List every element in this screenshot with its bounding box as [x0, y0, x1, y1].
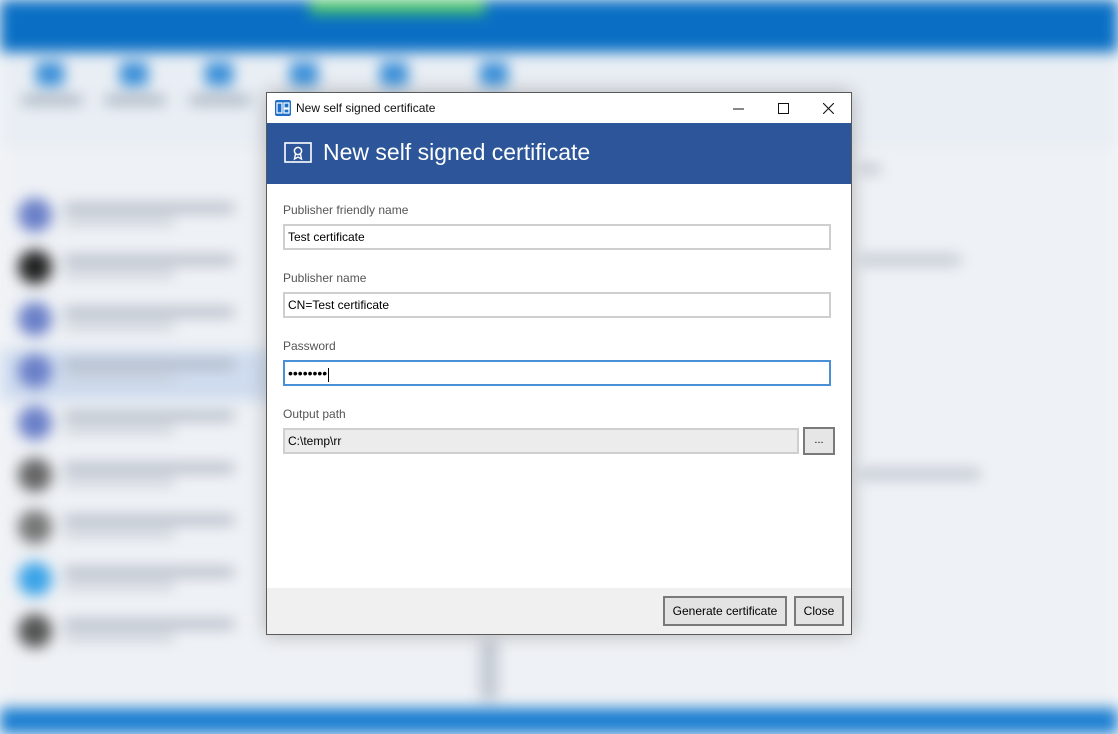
password-input[interactable]: •••••••• [283, 360, 831, 386]
dialog-heading: New self signed certificate [323, 139, 591, 165]
publisher-friendly-name-label: Publisher friendly name [283, 203, 409, 217]
dialog-header: New self signed certificate [267, 123, 851, 184]
app-icon [275, 100, 291, 116]
output-path-value: C:\temp\rr [288, 434, 342, 448]
generate-certificate-button[interactable]: Generate certificate [663, 596, 787, 626]
output-path-label: Output path [283, 407, 346, 421]
maximize-button[interactable] [760, 93, 806, 123]
browse-button[interactable]: ... [803, 427, 835, 455]
close-window-button[interactable] [805, 93, 851, 123]
password-value: •••••••• [288, 365, 328, 381]
publisher-name-value: CN=Test certificate [288, 298, 390, 312]
publisher-friendly-name-value: Test certificate [288, 230, 365, 244]
close-icon [822, 102, 834, 114]
publisher-name-label: Publisher name [283, 271, 367, 285]
certificate-icon [284, 142, 312, 163]
maximize-icon [777, 102, 789, 114]
minimize-icon [732, 108, 744, 109]
dialog-titlebar: New self signed certificate [267, 93, 851, 123]
minimize-button[interactable] [715, 93, 761, 123]
dialog-footer: Generate certificate Close [267, 588, 851, 634]
text-caret [328, 367, 330, 382]
publisher-friendly-name-input[interactable]: Test certificate [283, 224, 831, 250]
publisher-name-input[interactable]: CN=Test certificate [283, 292, 831, 318]
password-label: Password [283, 339, 336, 353]
close-button[interactable]: Close [794, 596, 844, 626]
output-path-input[interactable]: C:\temp\rr [283, 428, 799, 454]
window-title: New self signed certificate [296, 101, 436, 115]
new-certificate-dialog: New self signed certificate New self sig… [266, 92, 852, 635]
